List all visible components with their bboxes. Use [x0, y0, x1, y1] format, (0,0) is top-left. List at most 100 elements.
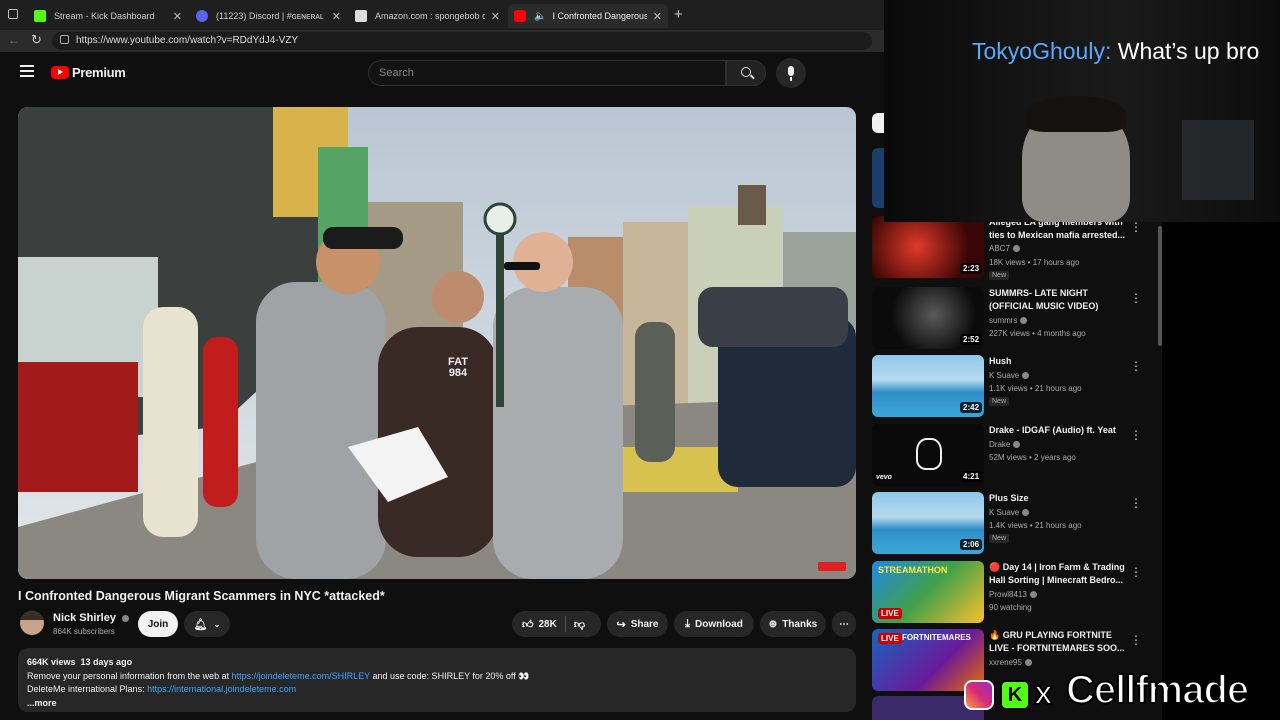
tab-title: (11223) Discord | #ɢᴇɴᴇʀᴀʟ | Cellf...: [216, 11, 326, 21]
amazon-icon: [355, 10, 367, 22]
join-button[interactable]: Join: [138, 611, 178, 637]
hamburger-menu-icon[interactable]: [20, 65, 34, 77]
recommendation-title: Drake - IDGAF (Audio) ft. Yeat: [989, 425, 1116, 435]
recommendation-thumbnail-partial[interactable]: [872, 148, 884, 208]
voice-search-button[interactable]: [776, 58, 806, 88]
verified-check-icon: [1020, 317, 1028, 325]
more-vertical-icon[interactable]: ⋮: [1130, 633, 1142, 647]
more-vertical-icon[interactable]: ⋮: [1130, 496, 1142, 510]
brand-name: Cellfmade: [1065, 667, 1250, 713]
recommendation-item[interactable]: 2:06 Plus Size K Suave 1.4K views • 21 h…: [872, 492, 1162, 556]
channel-name-text: Nick Shirley: [53, 612, 116, 624]
recommendation-channel: K Suave: [989, 508, 1030, 517]
recommendation-item[interactable]: 2:52 SUMMRS- LATE NIGHT (OFFICIAL MUSIC …: [872, 287, 1162, 351]
more-actions-button[interactable]: ⋯: [832, 611, 856, 637]
stream-side-panel: [1162, 222, 1280, 720]
recommendation-meta: 227K views • 4 months ago: [989, 329, 1086, 338]
subscriber-count: 864K subscribers: [53, 627, 115, 636]
download-icon: ⤓: [685, 617, 691, 630]
recommendation-item[interactable]: STREAMATHON LIVE 🔴 Day 14 | Iron Farm & …: [872, 561, 1162, 625]
verified-check-icon: [1022, 372, 1030, 380]
microphone-icon: [788, 66, 794, 76]
thumbs-down-icon: 👎︎: [573, 618, 586, 631]
window-menu-icon[interactable]: [8, 9, 18, 19]
speaker-icon[interactable]: 🔈: [534, 11, 546, 22]
video-player[interactable]: FAT 984: [18, 107, 856, 579]
verified-check-icon: [1024, 659, 1032, 667]
search-input[interactable]: Search: [368, 60, 726, 86]
tab-close-icon[interactable]: ✕: [491, 10, 500, 23]
more-vertical-icon[interactable]: ⋮: [1130, 291, 1142, 305]
thanks-label: Thanks: [782, 618, 818, 630]
more-vertical-icon[interactable]: ⋮: [1130, 359, 1142, 373]
webcam-overlay: TokyoGhouly: What’s up bro: [884, 0, 1280, 222]
tab-amazon[interactable]: Amazon.com : spongebob camp... ✕: [349, 4, 506, 28]
filter-chip[interactable]: [872, 113, 884, 133]
browser-tab-bar: Stream - Kick Dashboard ✕ (11223) Discor…: [0, 0, 884, 30]
tab-close-icon[interactable]: ✕: [653, 10, 662, 23]
recommendation-channel: summrs: [989, 316, 1028, 325]
tab-close-icon[interactable]: ✕: [332, 10, 341, 23]
kick-logo-icon: K: [1000, 680, 1030, 710]
more-horizontal-icon: ⋯: [839, 618, 849, 630]
view-stats: 664K views 13 days ago: [27, 657, 133, 667]
recommendation-title: 🔴 Day 14 | Iron Farm & Trading Hall Sort…: [989, 562, 1125, 585]
youtube-logo-icon: [51, 66, 69, 79]
download-button[interactable]: ⤓ Download: [674, 611, 754, 637]
recommendation-item[interactable]: 2:42 Hush K Suave 1.1K views • 21 hours …: [872, 355, 1162, 419]
duration-badge: 2:23: [960, 263, 983, 274]
dislike-button[interactable]: 👎︎: [574, 618, 585, 631]
search-button[interactable]: [726, 60, 766, 86]
deleteme-link[interactable]: https://joindeleteme.com/SHIRLEY: [232, 671, 370, 681]
youtube-premium-logo[interactable]: Premium: [51, 65, 126, 80]
site-info-icon[interactable]: [60, 35, 69, 44]
recommendation-item[interactable]: vevo 4:21 Drake - IDGAF (Audio) ft. Yeat…: [872, 424, 1162, 488]
notification-bell-button[interactable]: 🔔︎ ⌄: [184, 611, 230, 637]
chat-message: TokyoGhouly: What’s up bro: [972, 38, 1259, 65]
reload-icon[interactable]: ↻: [31, 32, 42, 48]
video-frame-image: [18, 107, 856, 579]
verified-check-icon: [1022, 509, 1030, 517]
background-window: [1182, 120, 1254, 200]
verified-check-icon: [122, 614, 130, 622]
more-vertical-icon[interactable]: ⋮: [1130, 565, 1142, 579]
streamer-brand-overlay: K x Cellfmade: [962, 667, 1280, 720]
brand-x: x: [1033, 673, 1054, 713]
url-field[interactable]: https://www.youtube.com/watch?v=RDdYdJ4-…: [52, 32, 872, 50]
like-button[interactable]: 👍︎ 28K: [522, 618, 557, 631]
show-more-link[interactable]: ...more: [27, 697, 847, 711]
back-arrow-icon[interactable]: ←: [8, 33, 20, 47]
duration-badge: 2:42: [960, 402, 983, 413]
chat-text: What’s up bro: [1117, 38, 1260, 64]
tab-close-icon[interactable]: ✕: [173, 10, 182, 23]
channel-avatar[interactable]: [20, 611, 44, 635]
duration-badge: 4:21: [960, 471, 983, 482]
recommendation-channel: K Suave: [989, 371, 1030, 380]
description-line-1: Remove your personal information from th…: [27, 670, 530, 681]
recommendation-item[interactable]: 2:23 Alleged LA gang members with ties t…: [872, 216, 1162, 280]
youtube-header: Premium Search: [0, 52, 884, 96]
video-title: I Confronted Dangerous Migrant Scammers …: [18, 589, 385, 603]
thumbs-up-icon: 👍︎: [522, 618, 534, 631]
share-button[interactable]: ↪ Share: [607, 611, 668, 637]
more-vertical-icon[interactable]: ⋮: [1130, 220, 1142, 234]
more-vertical-icon[interactable]: ⋮: [1130, 428, 1142, 442]
verified-check-icon: [1012, 245, 1020, 253]
tab-youtube-video[interactable]: 🔈 I Confronted Dangerous Mig... ✕: [508, 4, 668, 28]
deleteme-international-link[interactable]: https://international.joindeleteme.com: [147, 684, 296, 694]
discord-icon: [196, 10, 208, 22]
description-line-2: DeleteMe international Plans: https://in…: [27, 684, 297, 694]
recommendation-meta: 18K views • 17 hours ago: [989, 258, 1080, 267]
thanks-button[interactable]: ⊛ Thanks: [760, 611, 826, 637]
recommendation-title: SUMMRS- LATE NIGHT (OFFICIAL MUSIC VIDEO…: [989, 288, 1099, 311]
new-tab-icon[interactable]: +: [674, 6, 683, 23]
recommendation-meta: 52M views • 2 years ago: [989, 453, 1076, 462]
chevron-down-icon: ⌄: [213, 619, 221, 629]
thanks-icon: ⊛: [768, 618, 778, 630]
tab-kick-dashboard[interactable]: Stream - Kick Dashboard ✕: [28, 4, 188, 28]
recommendation-meta: 90 watching: [989, 603, 1032, 612]
tab-discord[interactable]: (11223) Discord | #ɢᴇɴᴇʀᴀʟ | Cellf... ✕: [190, 4, 347, 28]
description-box[interactable]: 664K views 13 days ago Remove your perso…: [18, 648, 856, 712]
channel-name[interactable]: Nick Shirley: [53, 612, 130, 624]
recommendation-title: 🔥 GRU PLAYING FORTNITE LIVE - FORTNITEMA…: [989, 630, 1125, 653]
